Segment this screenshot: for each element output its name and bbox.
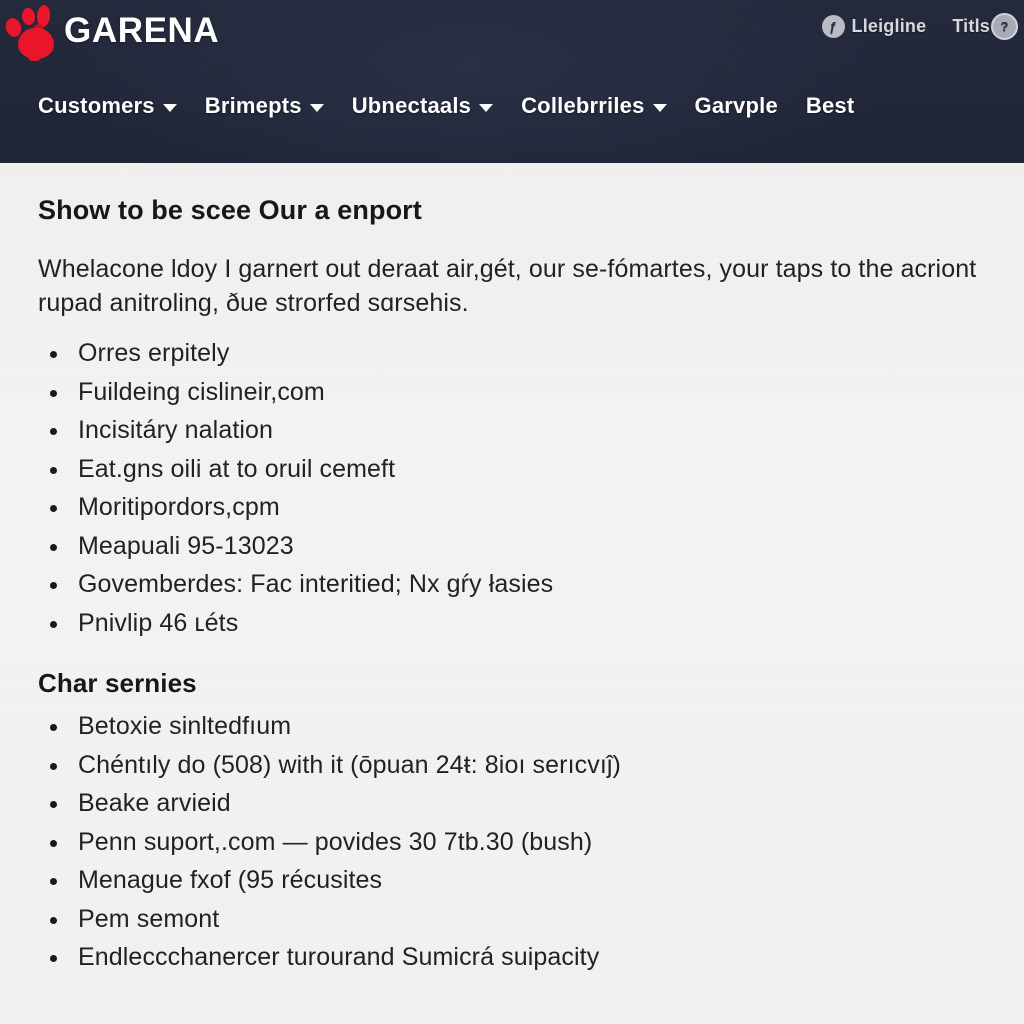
list-item: Penn suport,.com — povides 30 7tb.30 (bu… — [38, 823, 994, 862]
list-item: Moritipordors,cрm — [38, 488, 994, 527]
list-item: Beake arvieid — [38, 784, 994, 823]
nav-label-collebrriles: Collebrriles — [521, 93, 645, 118]
section-title-char-sernies: Char sernies — [38, 668, 197, 698]
list-item: Betoxie sinltedfıum — [38, 707, 994, 746]
list-item: Orres erpitely — [38, 334, 994, 373]
list-item: Incisitáry nalation — [38, 411, 994, 450]
list-item: Govemberdes: Fac interitied; Nx gŕy łasi… — [38, 565, 994, 604]
nav-item-best[interactable]: Best — [806, 93, 855, 119]
brand-name: GARENA — [64, 10, 220, 50]
list-item: Pnivlip 46 ʟéts — [38, 604, 994, 643]
person-circle-icon: ƒ — [821, 15, 845, 38]
utility-label-help: Titls — [952, 16, 990, 36]
utility-bar: ƒ Lleigline ? Titls — [821, 13, 1018, 40]
chevron-down-icon — [162, 104, 177, 112]
nav-item-collebrriles[interactable]: Collebrriles — [521, 93, 667, 119]
list-item: Endleccchanercer turourand Sumicrá suipa… — [38, 938, 994, 977]
main-navigation: Customers Brimepts Ubnectaals Collebrril… — [38, 93, 854, 119]
nav-item-customers[interactable]: Customers — [38, 93, 177, 119]
chevron-down-icon — [479, 104, 494, 112]
nav-label-best: Best — [805, 93, 855, 118]
main-content: Show to be scee Our a enport Whelacone l… — [0, 163, 1024, 1024]
paw-logo-icon — [3, 2, 62, 62]
chevron-down-icon — [652, 104, 667, 112]
nav-label-customers: Customers — [38, 93, 155, 118]
utility-item-help[interactable]: ? Titls — [952, 13, 1018, 40]
page-title: Show to be scee Our a enport — [38, 195, 422, 225]
nav-item-ubnectaals[interactable]: Ubnectaals — [351, 93, 494, 119]
nav-label-garvple: Garvple — [694, 93, 778, 118]
list-item: Menague fxof (95 récusites — [38, 861, 994, 900]
nav-label-brimepts: Brimepts — [204, 93, 302, 118]
list-item: Pem semont — [38, 900, 994, 939]
nav-item-garvple[interactable]: Garvple — [695, 93, 778, 119]
brand-logo[interactable]: GARENA — [3, 2, 220, 62]
utility-label-login: Lleigline — [851, 16, 927, 36]
nav-item-brimepts[interactable]: Brimepts — [205, 93, 324, 119]
list-item: Fuildeing cislineir,com — [38, 373, 994, 412]
chevron-down-icon — [309, 104, 324, 112]
intro-paragraph: Whelacone ldoy I garnert out deraat air,… — [38, 255, 977, 317]
site-header: GARENA ƒ Lleigline ? Titls Customers Bri… — [0, 0, 1024, 163]
list-item: Chéntıly do (508) with it (ōpuan 24ŧ: 8i… — [38, 746, 994, 785]
list-one: Orres erpitely Fuildeing cislineir,com I… — [38, 334, 994, 642]
nav-label-ubnectaals: Ubnectaals — [351, 93, 472, 118]
list-item: Eat.gns oili at to oruil cemeft — [38, 450, 994, 489]
list-item: Meapuali 95-13023 — [38, 527, 994, 566]
utility-item-login[interactable]: ƒ Lleigline — [821, 15, 927, 38]
question-circle-icon: ? — [991, 13, 1018, 40]
list-two: Betoxie sinltedfıum Chéntıly do (508) wi… — [38, 707, 994, 977]
